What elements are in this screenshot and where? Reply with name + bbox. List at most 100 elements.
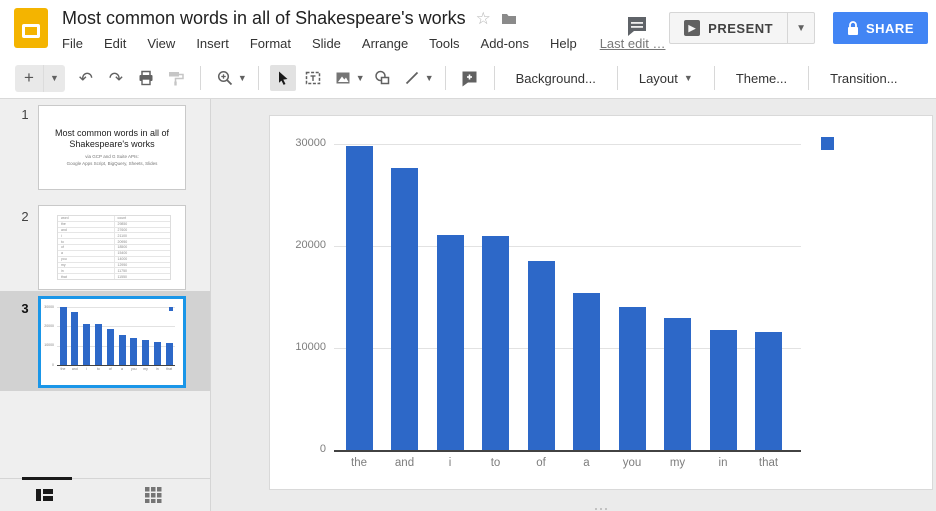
- move-folder-icon[interactable]: [501, 12, 517, 25]
- slide-1-thumbnail[interactable]: Most common words in all of Shakespeare'…: [38, 105, 186, 190]
- x-axis-label: my: [655, 457, 701, 469]
- grid-view-button[interactable]: [145, 487, 162, 508]
- menu-bar: File Edit View Insert Format Slide Arran…: [62, 36, 665, 51]
- y-tick-label: 10000: [270, 341, 326, 353]
- y-tick-label: 20000: [270, 239, 326, 251]
- bar: [83, 324, 90, 365]
- layout-dropdown-icon: ▼: [684, 73, 693, 83]
- slide-filmstrip-panel: 1 Most common words in all of Shakespear…: [0, 99, 211, 511]
- bar: [391, 168, 418, 450]
- bar: [60, 307, 67, 365]
- zoom-button[interactable]: [212, 65, 238, 91]
- menu-insert[interactable]: Insert: [196, 36, 229, 51]
- legend-swatch: [821, 137, 834, 150]
- menu-format[interactable]: Format: [250, 36, 291, 51]
- filmstrip-bottom-bar: [0, 478, 210, 511]
- redo-button[interactable]: ↷: [103, 65, 129, 91]
- slide-3-number: 3: [18, 301, 32, 316]
- slides-logo-icon[interactable]: [14, 8, 48, 48]
- y-tick-label: 30000: [270, 137, 326, 149]
- menu-arrange[interactable]: Arrange: [362, 36, 408, 51]
- x-axis-label: the: [57, 367, 69, 371]
- text-box-button[interactable]: [300, 65, 326, 91]
- x-axis-label: of: [104, 367, 116, 371]
- slide-2-thumbnail[interactable]: wordcountthe29850and27600i21100to20950of…: [38, 205, 186, 290]
- speaker-notes-handle[interactable]: [269, 508, 933, 510]
- bar: [755, 332, 782, 450]
- present-button[interactable]: ▶ PRESENT: [670, 13, 787, 43]
- new-slide-dropdown-icon[interactable]: ▼: [44, 73, 65, 83]
- background-button[interactable]: Background...: [504, 71, 608, 86]
- print-button[interactable]: [133, 65, 159, 91]
- x-axis-label: of: [518, 457, 564, 469]
- zoom-dropdown-icon[interactable]: ▼: [238, 73, 247, 83]
- theme-button[interactable]: Theme...: [724, 71, 799, 86]
- line-dropdown-icon[interactable]: ▼: [425, 73, 434, 83]
- insert-comment-button[interactable]: [457, 65, 483, 91]
- x-axis-label: and: [69, 367, 81, 371]
- thumb-3-chart: 0100002000030000theanditoofayoumyinthat: [41, 299, 183, 385]
- plus-icon: +: [15, 68, 43, 88]
- thumb-1-subtitle-line1: via GCP and G Suite APIs:: [67, 154, 158, 161]
- menu-file[interactable]: File: [62, 36, 83, 51]
- menu-view[interactable]: View: [147, 36, 175, 51]
- x-axis-label: to: [473, 457, 519, 469]
- bar: [107, 329, 114, 365]
- bar: [95, 324, 102, 365]
- title-block: Most common words in all of Shakespeare'…: [62, 8, 665, 51]
- star-icon[interactable]: ☆: [476, 10, 491, 27]
- filmstrip-view-button[interactable]: [36, 487, 53, 508]
- x-axis-label: i: [427, 457, 473, 469]
- insert-image-button[interactable]: [330, 65, 356, 91]
- active-view-indicator: [22, 477, 72, 480]
- menu-addons[interactable]: Add-ons: [481, 36, 529, 51]
- menu-tools[interactable]: Tools: [429, 36, 459, 51]
- x-axis-label: you: [609, 457, 655, 469]
- y-tick-label: 20000: [41, 324, 54, 328]
- insert-line-button[interactable]: [399, 65, 425, 91]
- x-axis-line: [57, 365, 175, 366]
- layout-button[interactable]: Layout▼: [627, 71, 705, 86]
- x-axis-label: in: [152, 367, 164, 371]
- bar: [664, 318, 691, 450]
- menu-edit[interactable]: Edit: [104, 36, 126, 51]
- select-tool-button[interactable]: [270, 65, 296, 91]
- bar: [154, 342, 161, 365]
- mini-table-row: that11550: [58, 274, 170, 279]
- x-axis-label: the: [336, 457, 382, 469]
- current-slide-chart[interactable]: 0100002000030000theanditoofayoumyinthat: [269, 115, 933, 490]
- x-axis-label: i: [81, 367, 93, 371]
- new-slide-button[interactable]: + ▼: [15, 65, 65, 92]
- share-button[interactable]: SHARE: [833, 12, 928, 44]
- bar: [346, 146, 373, 450]
- thumb-1-title: Most common words in all of Shakespeare'…: [51, 128, 173, 151]
- share-label: SHARE: [866, 21, 914, 36]
- paint-format-button[interactable]: [163, 65, 189, 91]
- header-actions: ▶ PRESENT ▼ SHARE: [625, 12, 928, 44]
- lock-icon: [847, 21, 859, 36]
- bar: [482, 236, 509, 450]
- insert-shape-button[interactable]: [369, 65, 395, 91]
- x-axis-line: [334, 450, 801, 452]
- bar: [710, 330, 737, 450]
- play-icon: ▶: [684, 20, 700, 36]
- bar: [573, 293, 600, 450]
- y-tick-label: 10000: [41, 343, 54, 347]
- present-dropdown-button[interactable]: ▼: [787, 13, 814, 43]
- x-axis-label: and: [382, 457, 428, 469]
- undo-button[interactable]: ↶: [73, 65, 99, 91]
- menu-help[interactable]: Help: [550, 36, 577, 51]
- bar: [528, 261, 555, 450]
- bar: [142, 340, 149, 365]
- bar: [166, 343, 173, 365]
- comments-icon[interactable]: [625, 14, 649, 43]
- slide-1-number: 1: [18, 107, 32, 122]
- present-label: PRESENT: [708, 21, 773, 36]
- image-dropdown-icon[interactable]: ▼: [356, 73, 365, 83]
- bar: [619, 307, 646, 450]
- slide-canvas-area: 0100002000030000theanditoofayoumyinthat: [211, 99, 936, 511]
- slide-3-thumbnail[interactable]: 0100002000030000theanditoofayoumyinthat: [38, 296, 186, 388]
- transition-button[interactable]: Transition...: [818, 71, 909, 86]
- document-title[interactable]: Most common words in all of Shakespeare'…: [62, 8, 466, 29]
- menu-slide[interactable]: Slide: [312, 36, 341, 51]
